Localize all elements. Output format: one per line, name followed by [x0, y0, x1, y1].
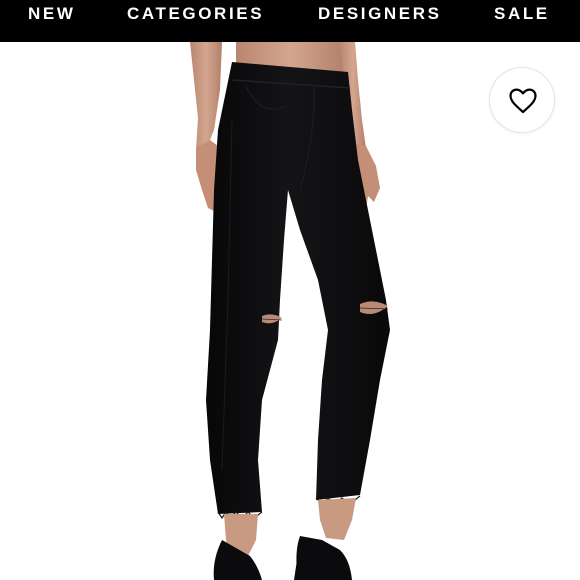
product-photo[interactable] [0, 42, 580, 580]
top-navigation-bar: NEW CATEGORIES DESIGNERS SALE [0, 0, 580, 42]
nav-item-sale[interactable]: SALE [494, 0, 550, 28]
favorite-button[interactable] [489, 67, 555, 133]
product-photo-illustration [190, 42, 390, 580]
right-ankle [318, 498, 356, 540]
model-left-arm [190, 42, 222, 150]
nav-item-new[interactable]: NEW [28, 0, 75, 28]
heart-icon [509, 88, 537, 114]
product-page: NEW CATEGORIES DESIGNERS SALE [0, 0, 580, 580]
right-shoe [296, 536, 352, 580]
nav-item-designers[interactable]: DESIGNERS [318, 0, 442, 28]
nav-item-categories[interactable]: CATEGORIES [127, 0, 264, 28]
